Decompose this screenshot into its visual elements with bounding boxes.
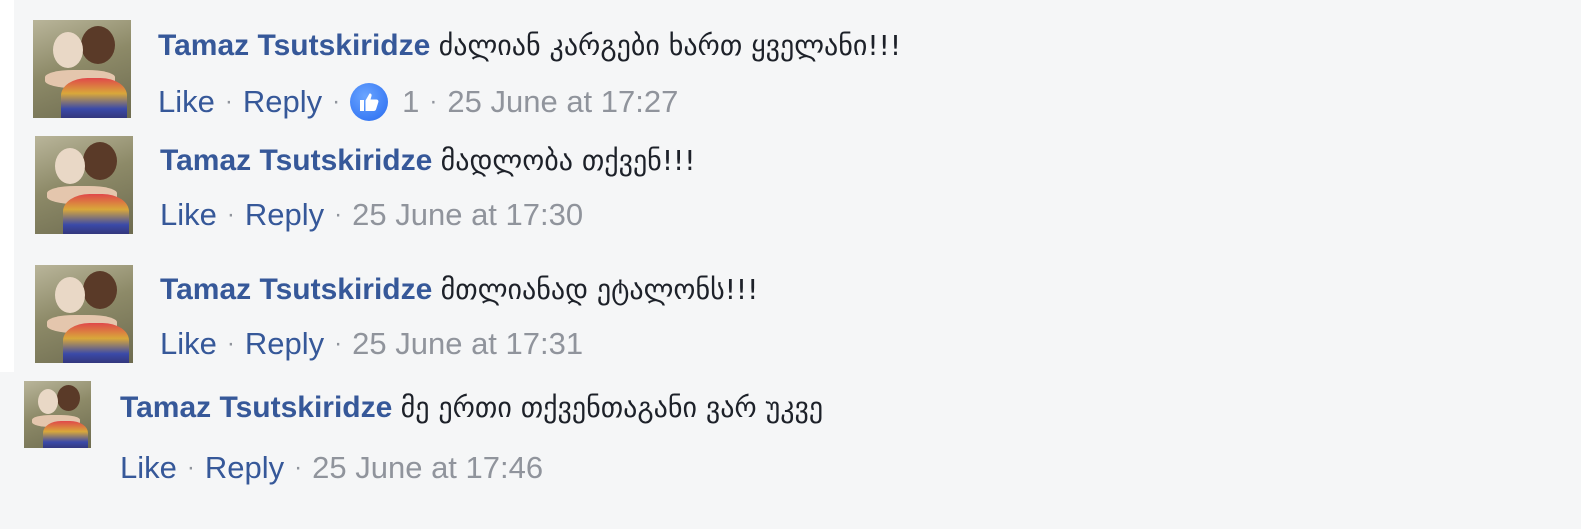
comment-text: მე ერთი თქვენთაგანი ვარ უკვე [400, 391, 824, 424]
separator: · [332, 88, 341, 115]
comment: Tamaz Tsutskiridze ძალიან კარგები ხართ ყ… [158, 28, 901, 122]
like-link[interactable]: Like [160, 324, 217, 364]
reply-link[interactable]: Reply [205, 448, 284, 488]
left-margin [0, 0, 14, 372]
comment-author-link[interactable]: Tamaz Tsutskiridze [158, 29, 430, 62]
separator: · [294, 454, 303, 481]
timestamp-link[interactable]: 25 June at 17:27 [447, 82, 678, 122]
reply-link[interactable]: Reply [245, 324, 324, 364]
comment-text: მადლობა თქვენ!!! [440, 144, 696, 177]
reply-link[interactable]: Reply [245, 195, 324, 235]
separator: · [226, 201, 235, 228]
comment: Tamaz Tsutskiridze მადლობა თქვენ!!! Like… [160, 143, 696, 235]
separator: · [429, 88, 438, 115]
like-link[interactable]: Like [160, 195, 217, 235]
like-link[interactable]: Like [120, 448, 177, 488]
separator: · [334, 201, 343, 228]
separator: · [226, 330, 235, 357]
comment-author-link[interactable]: Tamaz Tsutskiridze [160, 273, 432, 306]
comment-author-link[interactable]: Tamaz Tsutskiridze [120, 391, 392, 424]
separator: · [186, 454, 195, 481]
thumbs-up-icon[interactable] [350, 83, 389, 121]
reply-link[interactable]: Reply [243, 82, 322, 122]
avatar[interactable] [35, 265, 133, 363]
avatar[interactable] [33, 20, 131, 118]
avatar[interactable] [24, 381, 91, 448]
comment: Tamaz Tsutskiridze მთლიანად ეტალონს!!! L… [160, 272, 758, 364]
avatar[interactable] [35, 136, 133, 234]
timestamp-link[interactable]: 25 June at 17:46 [312, 448, 543, 488]
separator: · [334, 330, 343, 357]
timestamp-link[interactable]: 25 June at 17:30 [352, 195, 583, 235]
comment-text: ძალიან კარგები ხართ ყველანი!!! [438, 29, 902, 62]
comment-text: მთლიანად ეტალონს!!! [440, 273, 759, 306]
like-link[interactable]: Like [158, 82, 215, 122]
reaction-count[interactable]: 1 [402, 82, 419, 122]
comment: Tamaz Tsutskiridze მე ერთი თქვენთაგანი ვ… [120, 390, 823, 488]
timestamp-link[interactable]: 25 June at 17:31 [352, 324, 583, 364]
comment-author-link[interactable]: Tamaz Tsutskiridze [160, 144, 432, 177]
separator: · [224, 88, 233, 115]
